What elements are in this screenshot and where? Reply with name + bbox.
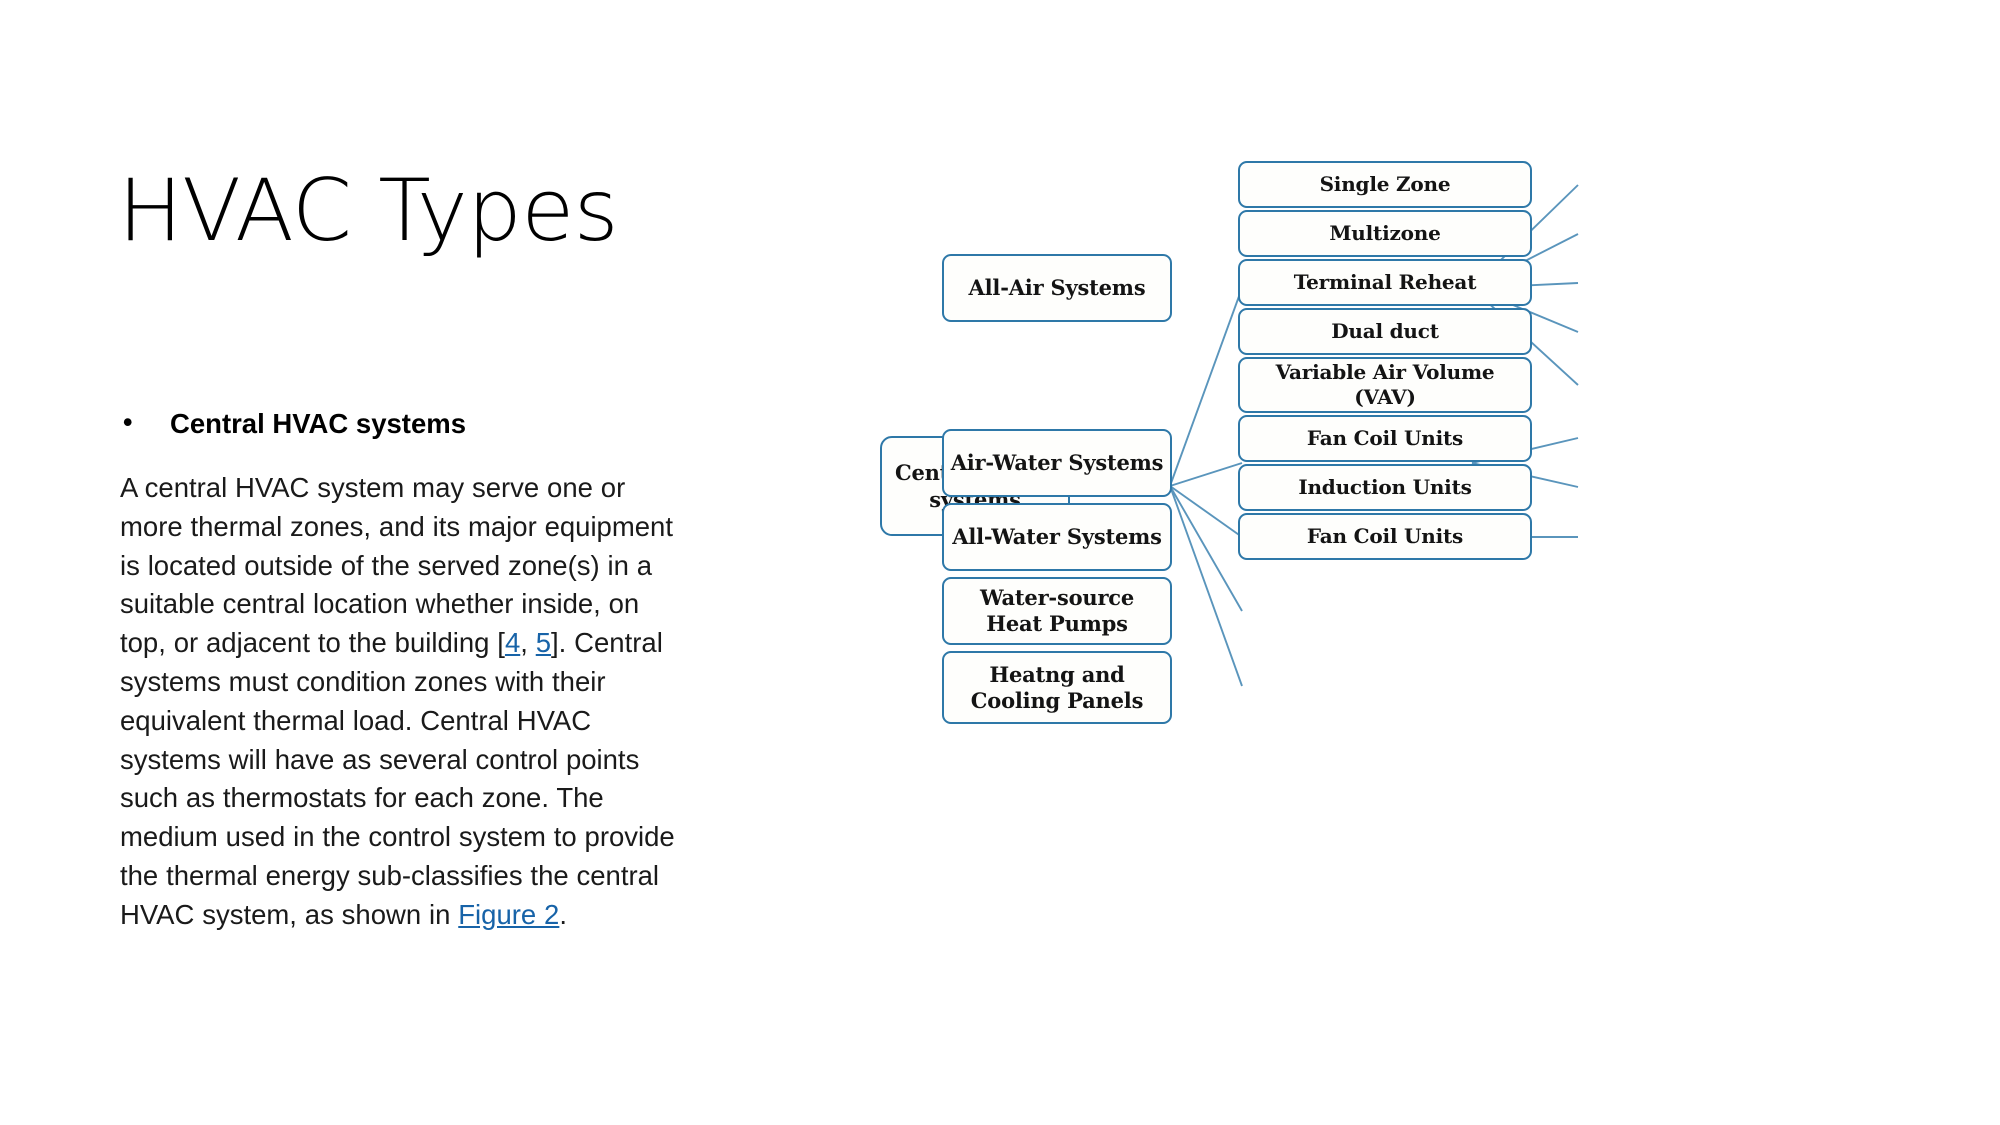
bullet-item-central-hvac-systems: • Central HVAC systems [120,405,685,443]
node-fan-coil-units-all-water[interactable]: Fan Coil Units [1238,513,1532,560]
hvac-types-diagram: Central HVAC systems All-Air Systems Air… [860,150,1940,970]
page-title: HVAC Types [118,161,619,261]
body-text-column: • Central HVAC systems A central HVAC sy… [120,405,685,935]
paragraph-text-part-3: . [559,898,567,930]
node-induction-units[interactable]: Induction Units [1238,464,1532,511]
node-heating-and-cooling-panels[interactable]: Heatng and Cooling Panels [942,651,1172,724]
node-all-air-systems[interactable]: All-Air Systems [942,254,1172,322]
node-terminal-reheat[interactable]: Terminal Reheat [1238,259,1532,306]
figure-2-link[interactable]: Figure 2 [458,899,559,930]
node-air-water-systems[interactable]: Air-Water Systems [942,429,1172,497]
node-label: Heatng and Cooling Panels [970,661,1144,713]
node-fan-coil-units-air-water[interactable]: Fan Coil Units [1238,415,1532,462]
bullet-marker-icon: • [123,407,133,437]
node-all-water-systems[interactable]: All-Water Systems [942,503,1172,571]
paragraph-text-part-2: ]. Central systems must condition zones … [120,627,675,930]
node-label: Terminal Reheat [1293,270,1477,294]
body-paragraph: A central HVAC system may serve one or m… [120,469,680,935]
node-single-zone[interactable]: Single Zone [1238,161,1532,208]
node-label: All-Air Systems [968,275,1146,300]
node-label: Water-source Heat Pumps [979,585,1135,636]
node-label: Induction Units [1298,475,1472,499]
node-label: Multizone [1329,221,1441,245]
node-variable-air-volume-vav[interactable]: Variable Air Volume (VAV) [1238,357,1532,413]
citation-separator: , [520,627,536,659]
bullet-label: Central HVAC systems [170,408,466,439]
node-dual-duct[interactable]: Dual duct [1238,308,1532,355]
node-label: Variable Air Volume (VAV) [1275,360,1495,409]
node-label: All-Water Systems [952,524,1162,549]
node-label: Fan Coil Units [1306,426,1464,450]
slide-canvas: HVAC Types • Central HVAC systems A cent… [0,0,2000,1125]
citation-link-5[interactable]: 5 [536,627,551,658]
node-label: Dual duct [1331,319,1439,343]
node-label: Air-Water Systems [950,450,1164,475]
citation-link-4[interactable]: 4 [505,627,520,658]
node-label: Fan Coil Units [1306,524,1464,548]
node-label: Single Zone [1319,172,1451,196]
node-water-source-heat-pumps[interactable]: Water-source Heat Pumps [942,577,1172,645]
node-multizone[interactable]: Multizone [1238,210,1532,257]
